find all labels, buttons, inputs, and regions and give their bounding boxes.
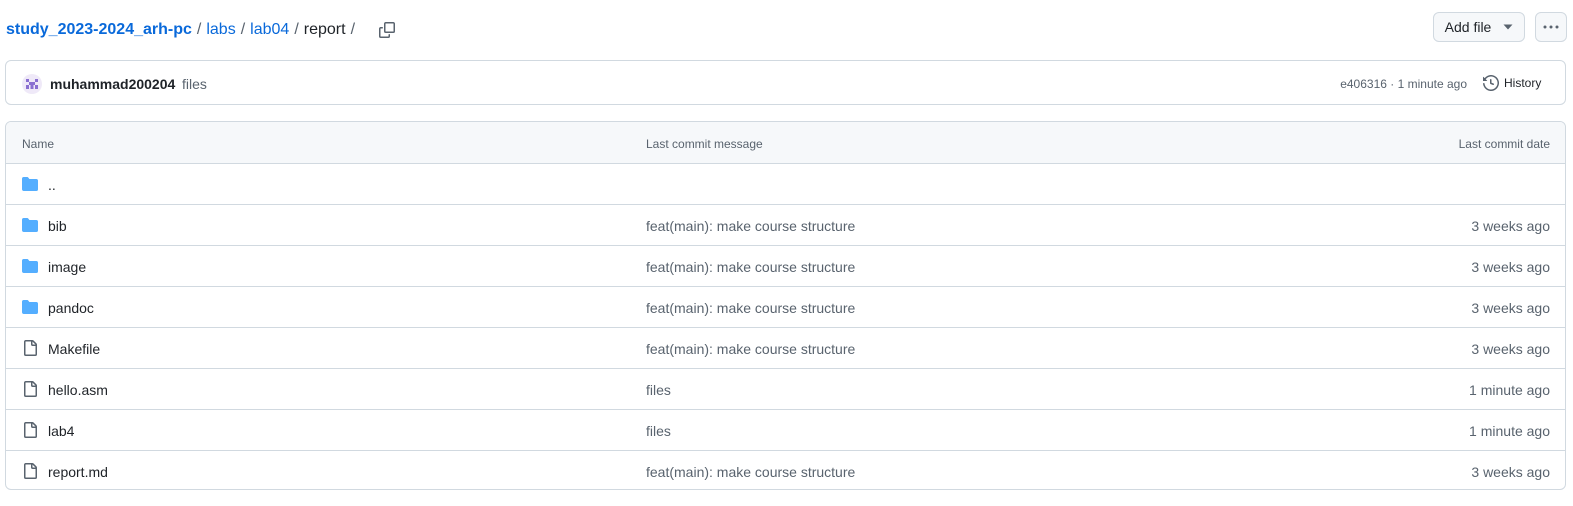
add-file-button[interactable]: Add file [1433,12,1525,42]
column-header-date: Last commit date [1458,137,1550,151]
commit-date: 3 weeks ago [1471,341,1550,357]
file-icon [22,340,38,356]
breadcrumb-separator: / [240,21,246,38]
commit-date: 3 weeks ago [1471,259,1550,275]
history-label: History [1504,76,1542,90]
table-row[interactable]: .. [6,164,1565,205]
table-header: Name Last commit message Last commit dat… [6,122,1565,164]
column-header-message: Last commit message [646,137,763,151]
file-table: Name Last commit message Last commit dat… [5,121,1566,490]
commit-author-link[interactable]: muhammad200204 [50,75,175,93]
history-icon [1483,75,1499,91]
history-button[interactable]: History [1483,74,1541,92]
commit-meta-separator: · [1390,77,1395,91]
file-name-link[interactable]: .. [48,176,56,194]
table-row[interactable]: pandoc feat(main): make course structure 3… [6,287,1565,328]
more-options-button[interactable] [1535,12,1567,42]
avatar[interactable] [22,74,42,94]
file-name-link[interactable]: pandoc [48,299,94,317]
table-body: .. bib feat(main): make course structure 3 … [6,164,1565,489]
commit-message-link[interactable]: feat(main): make course structure [646,299,855,317]
file-name-link[interactable]: report.md [48,463,108,481]
file-icon [22,463,38,479]
commit-date: 1 minute ago [1469,382,1550,398]
folder-icon [22,258,38,274]
commit-message-link[interactable]: files [182,75,207,93]
breadcrumb-lab04-link[interactable]: lab04 [250,20,289,40]
folder-icon [22,176,38,192]
folder-icon [22,217,38,233]
add-file-label: Add file [1444,19,1492,35]
file-name-link[interactable]: bib [48,217,67,235]
table-row[interactable]: bib feat(main): make course structure 3 we… [6,205,1565,246]
file-name-link[interactable]: image [48,258,86,276]
table-row[interactable]: lab4 files 1 minute ago [6,410,1565,451]
commit-message-link[interactable]: feat(main): make course structure [646,217,855,235]
commit-message-link[interactable]: feat(main): make course structure [646,258,855,276]
repo-file-browser: study_2023-2024_arh-pc / labs / lab04 / … [0,0,1573,506]
copy-path-button[interactable] [376,19,398,41]
breadcrumb-separator: / [294,21,299,38]
breadcrumb: study_2023-2024_arh-pc / labs / lab04 / … [6,19,398,41]
copy-icon [379,22,396,38]
caret-down-icon [1503,24,1513,30]
identicon-icon [26,79,38,89]
table-row[interactable]: hello.asm files 1 minute ago [6,369,1565,410]
commit-message-link[interactable]: files [646,422,671,440]
commit-meta: e406316 · 1 minute ago [1340,76,1467,92]
commit-time: 1 minute ago [1397,77,1467,91]
breadcrumb-trailing-separator: / [350,21,356,38]
commit-date: 1 minute ago [1469,423,1550,439]
file-name-link[interactable]: hello.asm [48,381,108,399]
kebab-horizontal-icon [1543,25,1559,29]
commit-message-link[interactable]: files [646,381,671,399]
column-header-name: Name [22,137,55,151]
file-name-link[interactable]: Makefile [48,340,100,358]
breadcrumb-current: report [303,21,346,38]
file-icon [22,381,38,397]
table-row[interactable]: report.md feat(main): make course structu… [6,451,1565,489]
commit-date: 3 weeks ago [1471,218,1550,234]
folder-icon [22,299,38,315]
file-icon [22,422,38,438]
commit-date: 3 weeks ago [1471,464,1550,480]
commit-date: 3 weeks ago [1471,300,1550,316]
breadcrumb-separator: / [196,21,202,38]
commit-message-link[interactable]: feat(main): make course structure [646,340,855,358]
top-bar: study_2023-2024_arh-pc / labs / lab04 / … [0,10,1573,48]
file-name-link[interactable]: lab4 [48,422,74,440]
table-row[interactable]: Makefile feat(main): make course structur… [6,328,1565,369]
table-row[interactable]: image feat(main): make course structure 3 … [6,246,1565,287]
breadcrumb-labs-link[interactable]: labs [206,20,235,40]
breadcrumb-repo-link[interactable]: study_2023-2024_arh-pc [6,20,192,40]
latest-commit-box: muhammad200204 files e406316 · 1 minute … [5,60,1566,105]
commit-message-link[interactable]: feat(main): make course structure [646,463,855,481]
commit-sha-link[interactable]: e406316 [1340,77,1387,91]
